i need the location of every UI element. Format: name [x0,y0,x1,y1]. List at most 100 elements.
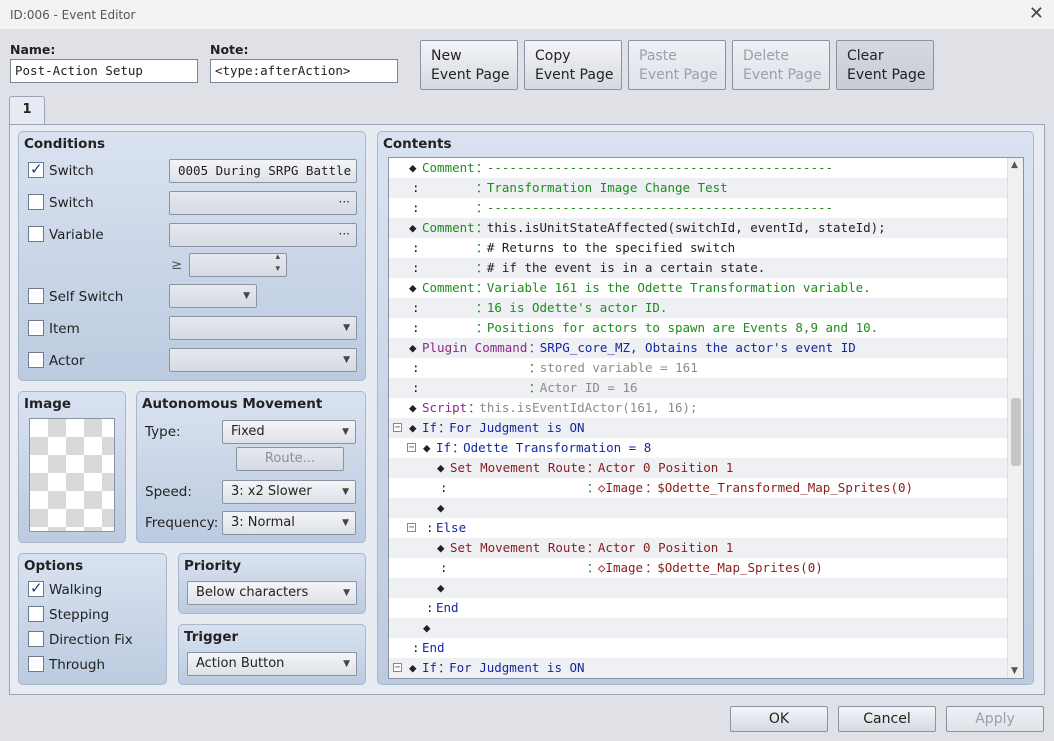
event-page-panel: Conditions Switch 0005 During SRPG Battl… [9,124,1045,695]
note-field[interactable]: <type:afterAction> [210,59,398,83]
cancel-button[interactable]: Cancel [838,706,936,732]
command-marker-icon: ◆ [409,280,417,295]
command-row[interactable]: ◆ Set Movement Route： Actor 0 Position 1 [389,458,1009,478]
scroll-up-icon[interactable]: ▲ [1011,160,1018,170]
command-row[interactable]: :： # if the event is in a certain state. [389,258,1009,278]
command-row[interactable]: ◆ Script： this.isEventIdActor(161, 16); [389,398,1009,418]
scroll-thumb[interactable] [1011,398,1021,466]
direction-fix-checkbox[interactable] [28,631,44,647]
command-row[interactable]: − ◆ If： For Judgment is ON [389,418,1009,438]
command-list-scrollbar[interactable]: ▲ ▼ [1007,158,1023,678]
self-switch-checkbox[interactable] [28,288,44,304]
variable-checkbox[interactable] [28,226,44,242]
variable-value-spinner[interactable]: ▴ ▾ [189,252,287,277]
collapse-icon[interactable]: − [393,663,402,673]
direction-fix-label: Direction Fix [49,632,133,648]
command-row[interactable]: :： ◇Image： $Odette_Transformed_Map_Sprites… [389,478,1009,498]
continuation-mark: : [440,480,448,495]
name-field[interactable]: Post-Action Setup [10,59,198,83]
command-row[interactable]: −: Else [389,518,1009,538]
copy-event-page-button[interactable]: Copy Event Page [524,40,622,90]
actor-select[interactable]: ▼ [169,348,357,372]
command-row[interactable]: :： Transformation Image Change Test [389,178,1009,198]
command-marker-icon: ◆ [409,160,417,175]
new-event-page-button[interactable]: New Event Page [420,40,518,90]
continuation-mark: : [426,600,434,615]
item-select[interactable]: ▼ [169,316,357,340]
conditions-title: Conditions [24,136,106,152]
continuation-mark: : [440,560,448,575]
walking-checkbox[interactable] [28,579,44,597]
switch2-checkbox[interactable] [28,194,44,210]
switch1-label: Switch [49,163,94,179]
title-bar: ID:006 - Event Editor ✕ [0,0,1054,30]
tab-page-1[interactable]: 1 [9,96,45,126]
command-marker-icon: ◆ [437,580,445,595]
command-text: stored variable = 161 [539,360,698,375]
command-row[interactable]: :： 16 is Odette's actor ID. [389,298,1009,318]
command-text: this.isUnitStateAffected(switchId, event… [486,220,886,235]
paste-event-page-button[interactable]: Paste Event Page [628,40,726,90]
command-name: Set Movement Route [450,460,586,475]
ok-button[interactable]: OK [730,706,828,732]
command-row[interactable]: : End [389,638,1009,658]
command-row[interactable]: :： --------------------------------------… [389,198,1009,218]
event-image-preview[interactable] [29,418,115,532]
stepping-checkbox[interactable] [28,606,44,622]
close-icon[interactable]: ✕ [1029,3,1044,24]
command-text: Variable 161 is the Odette Transformatio… [486,280,871,295]
command-row[interactable]: ◆ Comment： Variable 161 is the Odette Tran… [389,278,1009,298]
command-row[interactable]: :： stored variable = 161 [389,358,1009,378]
item-label: Item [49,321,80,337]
collapse-icon[interactable]: − [407,523,416,533]
movement-frequency-select[interactable]: 3: Normal ▼ [222,511,356,535]
switch2-select[interactable]: ··· [169,191,357,215]
apply-button[interactable]: Apply [946,706,1044,732]
command-name: If [422,420,438,435]
continuation-mark: : [412,380,420,395]
clear-event-page-button[interactable]: Clear Event Page [836,40,934,90]
command-row[interactable]: ◆ [389,578,1009,598]
command-row[interactable]: ◆ Comment： -------------------------------… [389,158,1009,178]
options-title: Options [24,558,84,574]
walking-label: Walking [49,582,103,598]
command-text: # Returns to the specified switch [486,240,736,255]
actor-label: Actor [49,353,85,369]
command-row[interactable]: ◆ [389,498,1009,518]
trigger-select[interactable]: Action Button ▼ [187,652,357,676]
name-label: Name: [10,42,56,57]
command-row[interactable]: − ◆ If： Odette Transformation = 8 [389,438,1009,458]
command-row[interactable]: :： ◇Image： $Odette_Map_Sprites(0) [389,558,1009,578]
command-list[interactable]: − ◆ If： For Judgment is ON: End ◆: End ◆:： ◇Imag… [388,157,1024,679]
command-row[interactable]: :： Actor ID = 16 [389,378,1009,398]
command-row[interactable]: :： # Returns to the specified switch [389,238,1009,258]
switch1-checkbox[interactable] [28,160,44,178]
command-row[interactable]: ◆ [389,618,1009,638]
window-title: ID:006 - Event Editor [10,8,136,22]
continuation-mark: : [412,240,420,255]
variable-select[interactable]: ··· [169,223,357,247]
command-row[interactable]: ◆ Plugin Command： SRPG_core_MZ, Obtains th… [389,338,1009,358]
command-row[interactable]: : End [389,598,1009,618]
movement-type-select[interactable]: Fixed ▼ [222,420,356,444]
command-text: this.isEventIdActor(161, 16); [479,400,698,415]
through-checkbox[interactable] [28,656,44,672]
item-checkbox[interactable] [28,320,44,336]
scroll-down-icon[interactable]: ▼ [1011,666,1018,676]
movement-speed-select[interactable]: 3: x2 Slower ▼ [222,480,356,504]
self-switch-select[interactable]: ▼ [169,284,257,308]
priority-select[interactable]: Below characters ▼ [187,581,357,605]
collapse-icon[interactable]: − [393,423,402,433]
actor-checkbox[interactable] [28,352,44,368]
command-name: Comment [422,160,475,175]
command-row[interactable]: ◆ Comment： this.isUnitStateAffected(switch… [389,218,1009,238]
trigger-title: Trigger [184,629,239,645]
through-label: Through [49,657,105,673]
collapse-icon[interactable]: − [407,443,416,453]
command-row[interactable]: ◆ Set Movement Route： Actor 0 Position 1 [389,538,1009,558]
delete-event-page-button[interactable]: Delete Event Page [732,40,830,90]
switch1-select[interactable]: 0005 During SRPG Battle [169,159,357,183]
route-button[interactable]: Route... [236,447,344,471]
command-row[interactable]: − ◆ If： For Judgment is ON [389,658,1009,678]
command-row[interactable]: :： Positions for actors to spawn are Even… [389,318,1009,338]
